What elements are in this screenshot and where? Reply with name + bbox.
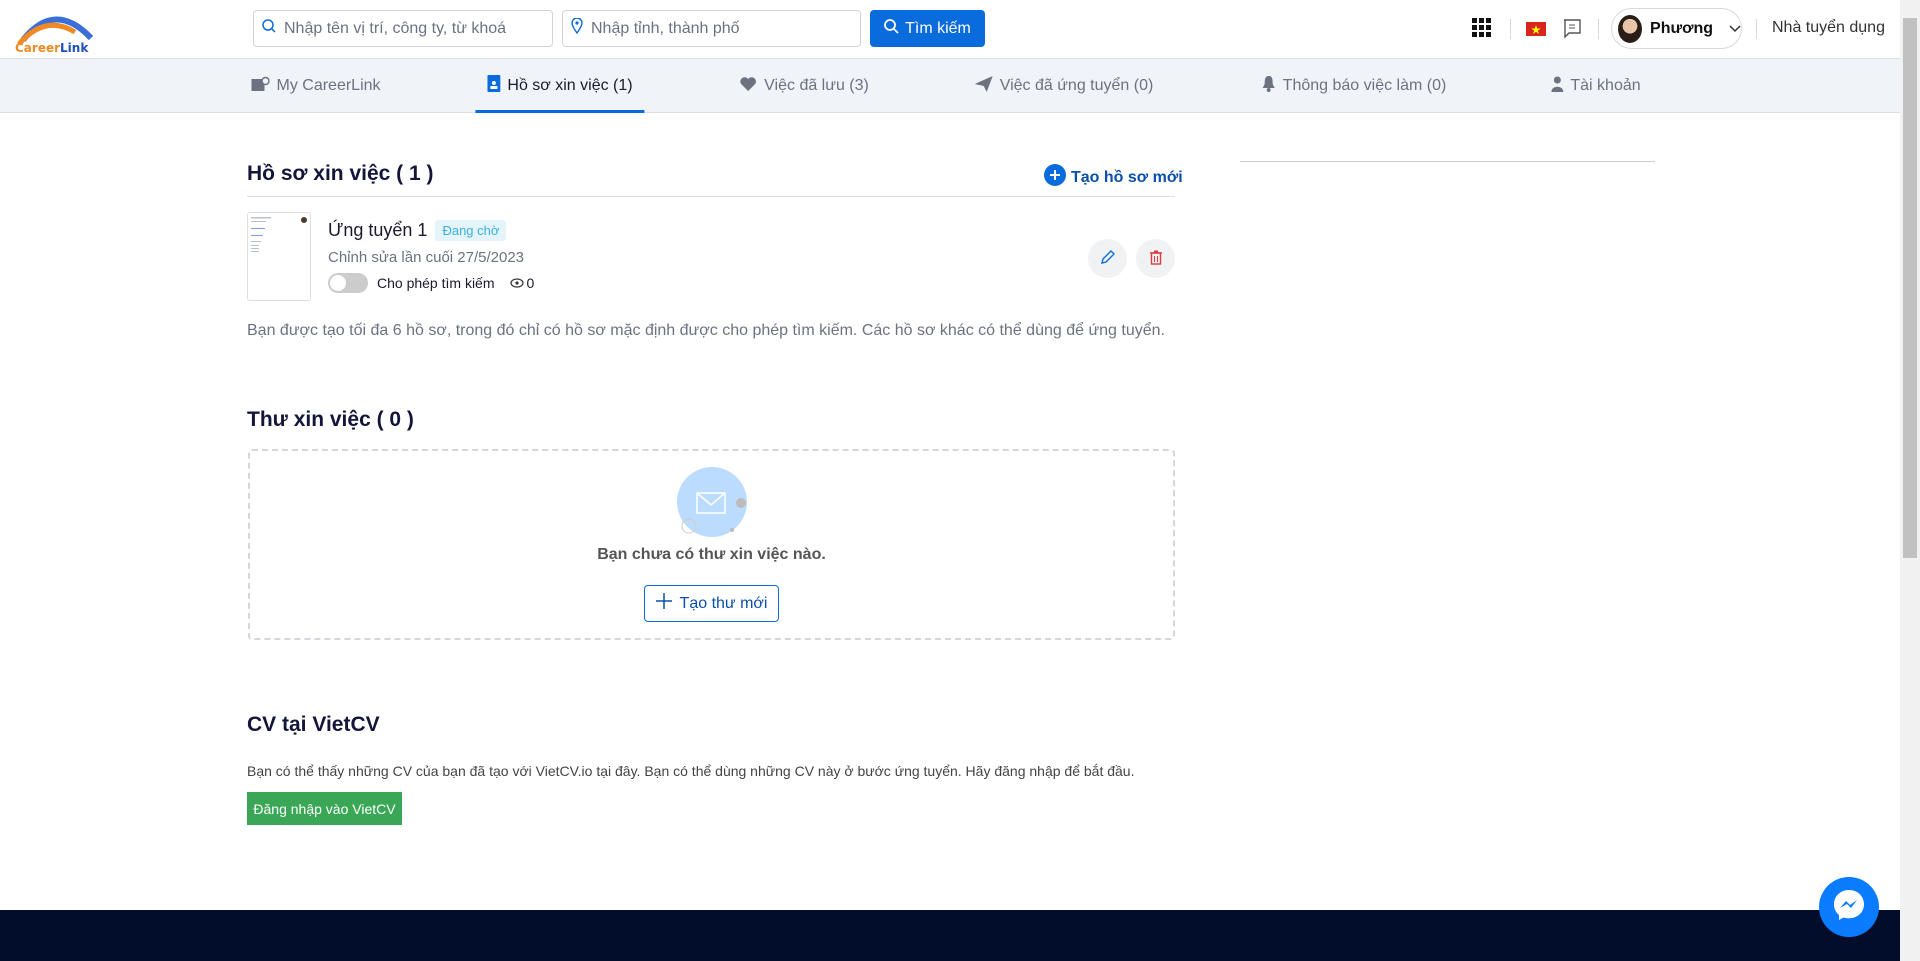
- location-input[interactable]: [591, 19, 851, 38]
- vietcv-title: CV tại VietCV: [247, 713, 380, 736]
- create-cover-letter-button[interactable]: Tạo thư mới: [644, 585, 779, 622]
- bell-icon: [1262, 75, 1276, 97]
- tab-my-careerlink[interactable]: My CareerLink: [251, 59, 381, 113]
- user-icon: [1551, 76, 1564, 97]
- tab-applied-jobs[interactable]: Việc đã ứng tuyển (0): [974, 59, 1154, 113]
- create-resume-button[interactable]: Tạo hồ sơ mới: [1044, 164, 1183, 191]
- search-icon: [884, 18, 899, 39]
- status-badge: Đang chờ: [435, 220, 507, 241]
- cover-letters-title: Thư xin việc ( 0 ): [247, 408, 414, 431]
- employer-link[interactable]: Nhà tuyển dụng: [1772, 19, 1885, 37]
- divider: [247, 196, 1175, 197]
- chat-icon[interactable]: [1563, 19, 1581, 44]
- scrollbar-thumb[interactable]: [1903, 18, 1917, 558]
- user-name: Phương: [1650, 19, 1713, 37]
- eye-icon: [509, 275, 524, 291]
- tab-label: My CareerLink: [276, 77, 381, 94]
- document-user-icon: [487, 75, 501, 97]
- apps-grid-icon[interactable]: [1472, 18, 1492, 43]
- sidebar-divider: [1240, 161, 1655, 162]
- tab-label: Việc đã lưu (3): [764, 77, 869, 94]
- view-count: 0: [526, 275, 535, 291]
- footer: [0, 910, 1900, 961]
- envelope-illustration-icon: [675, 465, 755, 545]
- resume-item: Ứng tuyển 1 Đang chờ: [328, 220, 507, 241]
- trash-icon: [1149, 250, 1162, 268]
- tab-label: Việc đã ứng tuyển (0): [999, 77, 1154, 94]
- location-search-field[interactable]: [562, 10, 861, 47]
- header: CareerLink Tìm kiếm Phương Nhà tuyển dụn…: [0, 0, 1900, 59]
- tab-label: Tài khoản: [1570, 77, 1641, 94]
- search-icon: [262, 19, 276, 38]
- tab-resumes[interactable]: Hồ sơ xin việc (1): [475, 59, 645, 113]
- search-button-label: Tìm kiếm: [905, 19, 971, 37]
- paper-plane-icon: [974, 75, 993, 97]
- tab-account[interactable]: Tài khoản: [1551, 59, 1641, 113]
- keyword-input[interactable]: [284, 19, 544, 38]
- resume-edited-date: Chỉnh sửa lần cuối 27/5/2023: [328, 249, 525, 266]
- resume-name[interactable]: Ứng tuyển 1: [328, 220, 427, 241]
- resumes-title: Hồ sơ xin việc ( 1 ): [247, 162, 434, 185]
- tab-saved-jobs[interactable]: Việc đã lưu (3): [739, 59, 869, 113]
- user-menu[interactable]: Phương: [1611, 8, 1742, 49]
- allow-search-toggle[interactable]: [328, 273, 368, 293]
- resume-thumbnail[interactable]: [247, 212, 311, 301]
- allow-search-label: Cho phép tìm kiếm: [377, 275, 495, 291]
- careerlink-logo[interactable]: CareerLink: [15, 8, 103, 55]
- heart-icon: [739, 76, 757, 97]
- svg-text:CareerLink: CareerLink: [15, 41, 89, 54]
- create-resume-label: Tạo hồ sơ mới: [1071, 168, 1183, 186]
- vietcv-description: Bạn có thể thấy những CV của bạn đã tạo …: [247, 763, 1135, 779]
- edit-resume-button[interactable]: [1088, 239, 1127, 278]
- tab-job-alerts[interactable]: Thông báo việc làm (0): [1262, 59, 1447, 113]
- avatar: [1618, 14, 1643, 43]
- account-nav: My CareerLink Hồ sơ xin việc (1) Việc đã…: [0, 59, 1900, 113]
- plus-icon: [655, 593, 672, 614]
- create-cover-letter-label: Tạo thư mới: [679, 594, 768, 612]
- tab-label: Hồ sơ xin việc (1): [507, 77, 633, 94]
- chevron-down-icon: [1729, 20, 1741, 38]
- messenger-button[interactable]: [1819, 877, 1879, 937]
- delete-resume-button[interactable]: [1136, 239, 1175, 278]
- vietnam-flag-icon[interactable]: [1526, 22, 1546, 41]
- dashboard-icon: [251, 76, 270, 97]
- vietcv-login-button[interactable]: Đăng nhập vào VietCV: [247, 792, 402, 825]
- tab-label: Thông báo việc làm (0): [1282, 77, 1447, 94]
- keyword-search-field[interactable]: [253, 10, 553, 47]
- pencil-icon: [1100, 250, 1115, 267]
- plus-circle-icon: [1044, 164, 1066, 191]
- location-pin-icon: [571, 17, 583, 39]
- no-cover-letter-message: Bạn chưa có thư xin việc nào.: [597, 546, 826, 563]
- search-button[interactable]: Tìm kiếm: [870, 10, 985, 47]
- messenger-icon: [1832, 888, 1866, 927]
- resume-limit-note: Bạn được tạo tối đa 6 hồ sơ, trong đó ch…: [247, 322, 1165, 339]
